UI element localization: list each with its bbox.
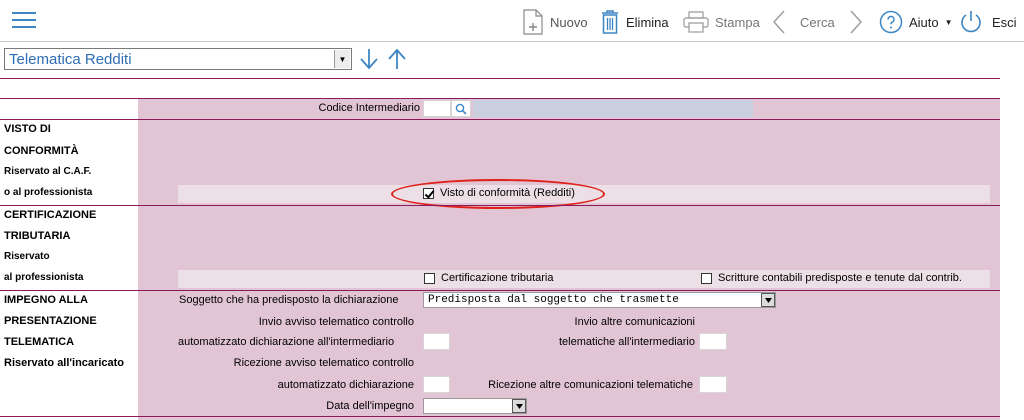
section-impegno-line1: IMPEGNO ALLA — [4, 294, 88, 306]
esci-button[interactable]: Esci — [960, 8, 1017, 36]
scritture-contabili-checkbox[interactable] — [701, 273, 712, 284]
ricezione-altre-input[interactable] — [699, 376, 727, 393]
invio-avviso-input[interactable] — [423, 333, 450, 350]
printer-icon — [683, 11, 709, 33]
arrow-down-icon[interactable] — [358, 47, 380, 71]
nuovo-label: Nuovo — [550, 14, 588, 30]
form-panel — [138, 99, 1000, 420]
scritture-contabili-label: Scritture contabili predisposte e tenute… — [718, 272, 962, 284]
section-cert-line1: CERTIFICAZIONE — [4, 209, 97, 221]
invio-altre-label-2: telematiche all'intermediario — [559, 336, 695, 348]
chevron-left-icon — [773, 10, 785, 34]
search-button[interactable] — [451, 100, 471, 117]
divider — [0, 119, 1000, 120]
section-cert-line4: al professionista — [4, 272, 84, 283]
aiuto-label: Aiuto — [909, 14, 939, 30]
section-visto-line4: o al professionista — [4, 187, 93, 198]
soggetto-select[interactable]: Predisposta dal soggetto che trasmette — [423, 292, 776, 308]
search-icon — [455, 103, 467, 115]
invio-avviso-label-1: Invio avviso telematico controllo — [258, 316, 414, 328]
section-cert-line3: Riservato — [4, 251, 50, 262]
invio-altre-label-1: Invio altre comunicazioni — [574, 316, 695, 328]
divider — [0, 416, 1000, 417]
ricezione-avviso-input[interactable] — [423, 376, 450, 393]
module-select-value: Telematica Redditi — [9, 50, 132, 68]
stampa-button[interactable]: Stampa — [683, 8, 760, 36]
cerca-label: Cerca — [800, 14, 835, 30]
elimina-label: Elimina — [626, 14, 669, 30]
section-impegno-line4: Riservato all'incaricato — [4, 357, 125, 369]
section-impegno-line3: TELEMATICA — [4, 336, 75, 348]
certificazione-tributaria-checkbox[interactable] — [424, 273, 435, 284]
divider — [0, 205, 1000, 206]
visto-strip — [178, 185, 990, 203]
stampa-label: Stampa — [715, 14, 760, 30]
certificazione-tributaria-label: Certificazione tributaria — [441, 272, 554, 284]
help-icon — [879, 10, 903, 34]
section-impegno-line2: PRESENTAZIONE — [4, 315, 97, 327]
module-select[interactable]: Telematica Redditi ▼ — [4, 48, 352, 70]
esci-label: Esci — [992, 14, 1017, 30]
trash-icon — [602, 10, 618, 34]
data-impegno-select[interactable] — [423, 398, 527, 414]
soggetto-label: Soggetto che ha predisposto la dichiaraz… — [179, 294, 399, 306]
arrow-up-icon[interactable] — [386, 47, 408, 71]
hamburger-menu-icon[interactable] — [12, 12, 36, 30]
new-document-icon — [523, 9, 543, 35]
codice-intermediario-input[interactable] — [423, 100, 451, 117]
section-visto-line2: CONFORMITÀ — [4, 145, 79, 157]
invio-avviso-label-2: automatizzato dichiarazione all'intermed… — [178, 336, 395, 348]
section-visto-line3: Riservato al C.A.F. — [4, 166, 92, 177]
section-visto-line1: VISTO DI — [4, 123, 51, 135]
soggetto-value: Predisposta dal soggetto che trasmette — [428, 294, 679, 306]
selector-row: Telematica Redditi ▼ — [0, 43, 1024, 79]
visto-conformita-checkbox[interactable] — [423, 188, 434, 199]
dropdown-arrow-icon — [761, 293, 775, 307]
toolbar: Nuovo Elimina Stampa Cerca Aiuto ▼ Esci — [0, 0, 1024, 42]
power-icon — [961, 11, 981, 33]
codice-intermediario-label: Codice Intermediario — [318, 102, 421, 114]
elimina-button[interactable]: Elimina — [600, 8, 669, 36]
data-impegno-label: Data dell'impegno — [326, 400, 414, 412]
chevron-right-icon — [850, 10, 862, 34]
aiuto-button[interactable]: Aiuto ▼ — [879, 8, 953, 36]
ricezione-avviso-label-1: Ricezione avviso telematico controllo — [233, 357, 414, 369]
section-cert-line2: TRIBUTARIA — [4, 230, 71, 242]
visto-conformita-label: Visto di conformità (Redditi) — [440, 187, 575, 199]
dropdown-arrow-icon: ▼ — [334, 50, 350, 68]
dropdown-arrow-icon — [512, 399, 526, 413]
invio-altre-input[interactable] — [699, 333, 727, 350]
ricezione-altre-label: Ricezione altre comunicazioni telematich… — [488, 379, 693, 391]
cerca-button[interactable]: Cerca — [772, 8, 863, 36]
nuovo-button[interactable]: Nuovo — [522, 8, 588, 36]
divider — [0, 78, 1000, 79]
codice-intermediario-description — [473, 100, 753, 117]
caret-down-icon: ▼ — [944, 17, 953, 27]
ricezione-avviso-label-2: automatizzato dichiarazione — [277, 379, 414, 391]
divider — [0, 290, 1000, 291]
